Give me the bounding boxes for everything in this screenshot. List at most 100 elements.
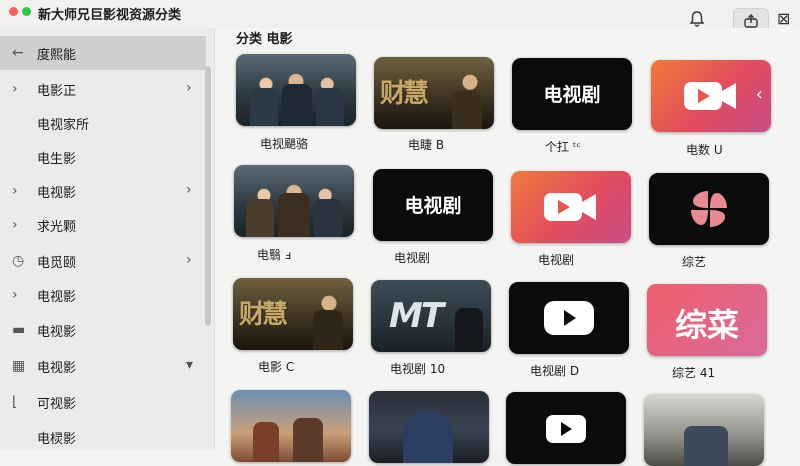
chevron-down-icon: ▾ [186,357,194,373]
card-title: 综菜 [674,306,739,344]
sidebar-item-tv-1[interactable]: › 电视影 › [0,174,206,208]
chevron-right-icon: › [12,183,18,199]
sidebar-item-live[interactable]: 电生影 [0,140,206,174]
poster-figure [253,422,279,462]
media-card[interactable] [509,282,629,354]
sidebar-item-label: 电视影 [37,325,77,340]
share-icon [744,14,758,28]
media-card[interactable]: 财慧 [374,57,494,129]
poster-figure [314,199,342,237]
sidebar-item-tv-folder[interactable]: ▬ 电视影 [0,313,206,347]
media-card[interactable] [506,392,626,464]
card-title: 电视剧 [404,195,462,217]
poster-figure [282,84,312,126]
sidebar-item-movies[interactable]: › 电影正 › [0,72,206,106]
video-play-icon [544,193,596,221]
poster-figure [278,193,310,237]
poster-title: 财慧 [239,300,288,330]
media-card[interactable]: ‹ [651,60,771,132]
flower-icon [691,191,727,227]
title-bar: 新大师兄巨影视资源分类 [0,0,800,28]
sidebar-item-back[interactable]: ← 度熙能 [0,36,206,70]
chevron-right-icon: › [186,252,192,268]
card-label: 综艺 41 [672,366,716,380]
poster-title: MT [389,296,444,336]
poster-figure [455,308,483,352]
card-label: 电影 C [258,360,295,374]
main-content: 分类 电影 财慧 电视剧 ‹ 电视颶骆 电睫 B 个扛 ᵗᶜ 电数 U 电视剧 [215,28,800,466]
media-card[interactable]: 电视剧 [512,58,632,130]
card-label: 电睫 B [408,138,445,152]
poster-title: 财慧 [380,79,429,109]
chevron-right-icon: › [186,80,192,96]
sidebar-item-label: 电棂影 [37,432,77,447]
media-card[interactable] [644,394,764,466]
sidebar-item-label: 电视家所 [37,118,90,133]
sidebar-item-label: 电觅颐 [37,256,77,271]
media-card[interactable]: 电视剧 [373,169,493,241]
poster-figure [313,310,343,350]
sidebar-item-label: 电生影 [37,152,77,167]
sidebar-item-label: 求光颗 [37,220,77,235]
sidebar-item-tv-home[interactable]: 电视家所 [0,106,206,140]
card-label: 电视剧 [394,251,431,265]
poster-figure [246,199,274,237]
media-card[interactable] [231,390,351,462]
sidebar-item-label: 电影正 [37,84,77,99]
sidebar-item-tv-2[interactable]: › 电视影 [0,278,206,312]
card-title: 电视剧 [543,84,601,106]
bell-icon[interactable] [688,10,706,28]
sidebar-item-tv-grid[interactable]: ▦ 电视影 ▾ [0,349,206,383]
back-arrow-icon: ← [12,45,24,61]
video-play-icon [684,82,736,110]
app-title: 新大师兄巨影视资源分类 [38,8,182,23]
card-label: 电视剧 10 [390,362,446,376]
card-label: 电数 U [686,143,723,157]
chevron-right-icon: › [12,81,18,97]
sidebar-item-label: 电视影 [37,290,77,305]
sidebar-item-label: 电视影 [37,186,77,201]
media-card[interactable]: 综菜 [647,284,767,356]
media-card[interactable] [369,391,489,463]
poster-figure [403,411,453,463]
page-title: 分类 电影 [236,32,293,47]
poster-figure [293,418,323,462]
media-card[interactable] [234,165,354,237]
youtube-play-icon [544,301,594,335]
media-card[interactable] [236,54,356,126]
card-label: 电翳 ⅎ [257,248,292,262]
poster-figure [684,426,728,466]
sidebar-item-history[interactable]: ◷ 电觅颐 › [0,244,206,278]
video-play-icon [546,415,586,443]
media-card[interactable] [649,173,769,245]
card-label: 电视颶骆 [260,137,309,151]
card-label: 电视剧 D [530,364,580,378]
card-label: 综艺 [682,255,707,269]
close-window-icon[interactable]: ⊠ [777,9,790,28]
media-card[interactable]: MT [371,280,491,352]
sidebar-item-more[interactable]: 电棂影 [0,420,206,454]
chevron-right-icon: › [186,182,192,198]
grid-icon: ▦ [12,358,26,374]
poster-figure [250,88,278,126]
card-label: 个扛 ᵗᶜ [545,140,581,154]
media-card[interactable] [511,171,631,243]
card-label: 电视剧 [538,253,575,267]
sidebar-item-label: 度熙能 [37,48,77,63]
window-zoom-dot[interactable] [22,7,31,16]
window-close-dot[interactable] [9,7,18,16]
link-icon: ⌊ [12,394,18,410]
media-card[interactable]: 财慧 [233,278,353,350]
chevron-right-icon: › [12,217,18,233]
chevron-right-icon: › [12,287,18,303]
chevron-left-icon[interactable]: ‹ [756,84,763,105]
poster-figure [452,91,482,129]
sidebar-item-visual[interactable]: ⌊ 可视影 [0,385,206,419]
sidebar-item-label: 可视影 [37,397,77,412]
sidebar-item-qiuguang[interactable]: › 求光颗 [0,208,206,242]
sidebar: ← 度熙能 › 电影正 › 电视家所 电生影 › 电视影 › › 求光颗 ◷ 电… [0,28,215,450]
folder-icon: ▬ [12,322,26,338]
poster-figure [316,88,344,126]
clock-icon: ◷ [12,253,25,269]
sidebar-item-label: 电视影 [37,361,77,376]
